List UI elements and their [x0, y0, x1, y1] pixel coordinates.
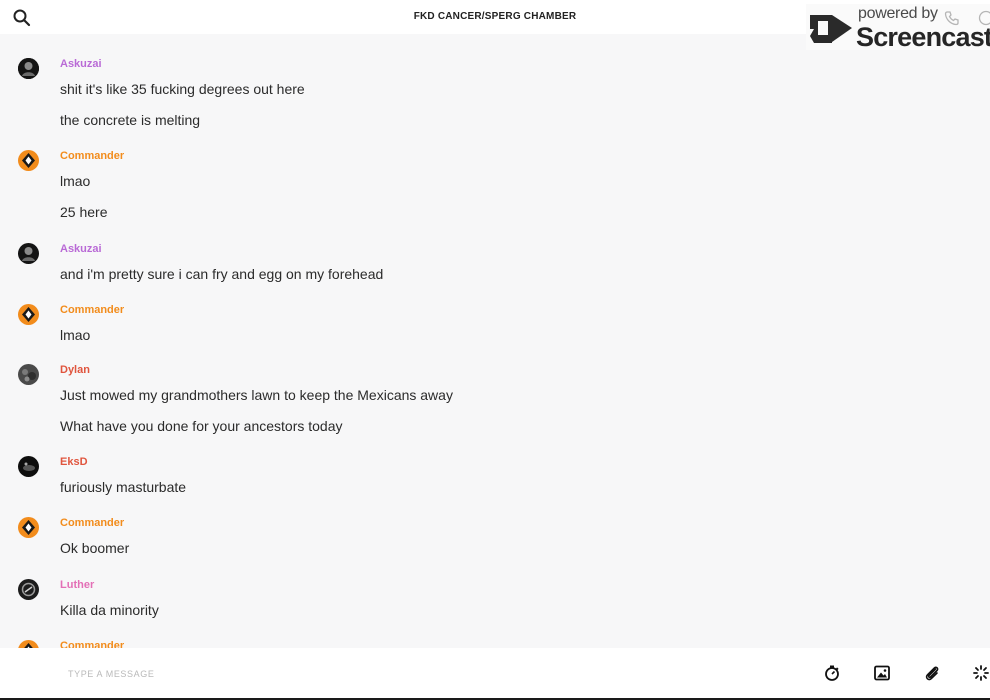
avatar-commander-icon — [18, 150, 39, 171]
avatar[interactable] — [18, 364, 39, 385]
message-text: lmao — [60, 173, 91, 189]
message-author[interactable]: Dylan — [60, 364, 90, 376]
avatar[interactable] — [18, 304, 39, 325]
message-text: lmao — [60, 327, 91, 343]
message-text: 25 here — [60, 204, 108, 220]
attachment-icon — [925, 666, 939, 681]
avatar-commander-icon — [18, 517, 39, 538]
message-text: and i'm pretty sure i can fry and egg on… — [60, 266, 384, 282]
avatar[interactable] — [18, 640, 39, 648]
attachment-button[interactable] — [923, 664, 941, 682]
avatar-commander-icon — [18, 640, 39, 648]
message-list[interactable]: Askuzai shit it's like 35 fucking degree… — [0, 34, 990, 648]
avatar-askuzai-icon — [18, 243, 39, 264]
message-text: What have you done for your ancestors to… — [60, 418, 343, 434]
loading-icon — [973, 665, 989, 681]
message-author[interactable]: Luther — [60, 579, 94, 591]
avatar[interactable] — [18, 456, 39, 477]
image-icon — [874, 665, 890, 681]
timer-icon — [825, 665, 839, 681]
loading-button[interactable] — [972, 664, 990, 682]
message-author[interactable]: EksD — [60, 456, 88, 468]
phone-icon[interactable] — [944, 10, 960, 26]
message-author[interactable]: Commander — [60, 150, 124, 162]
message-text: furiously masturbate — [60, 479, 187, 495]
message-author[interactable]: Commander — [60, 304, 124, 316]
message-text: Just mowed my grandmothers lawn to keep … — [60, 387, 453, 403]
message-composer — [0, 648, 990, 698]
avatar[interactable] — [18, 243, 39, 264]
avatar[interactable] — [18, 517, 39, 538]
avatar[interactable] — [18, 58, 39, 79]
message-author[interactable]: Commander — [60, 517, 124, 529]
image-button[interactable] — [873, 664, 891, 682]
message-author[interactable]: Askuzai — [60, 243, 102, 255]
message-author[interactable]: Askuzai — [60, 58, 102, 70]
avatar-eksd-icon — [18, 456, 39, 477]
timer-button[interactable] — [823, 664, 841, 682]
message-input[interactable] — [66, 662, 770, 686]
message-text: Ok boomer — [60, 540, 130, 556]
avatar[interactable] — [18, 579, 39, 600]
avatar[interactable] — [18, 150, 39, 171]
avatar-commander-icon — [18, 304, 39, 325]
avatar-dylan-icon — [18, 364, 39, 385]
message-text: shit it's like 35 fucking degrees out he… — [60, 81, 305, 97]
watermark-powered-by: powered by — [858, 5, 938, 22]
avatar-luther-icon — [18, 579, 39, 600]
info-icon[interactable] — [978, 10, 990, 26]
message-author[interactable]: Commander — [60, 640, 124, 648]
message-text: the concrete is melting — [60, 112, 201, 128]
avatar-askuzai-icon — [18, 58, 39, 79]
message-text: Killa da minority — [60, 602, 159, 618]
